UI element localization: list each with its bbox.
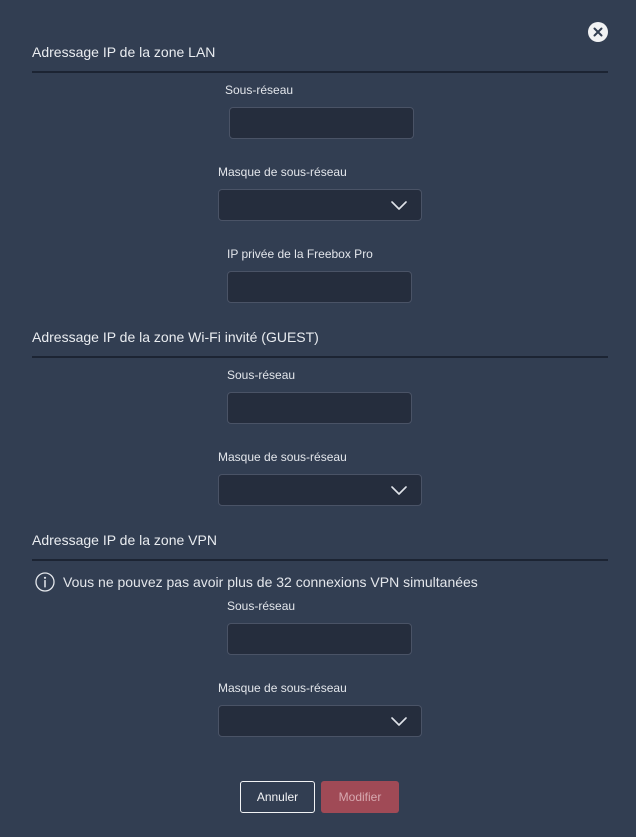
section-divider [32, 559, 608, 561]
chevron-down-icon [391, 201, 407, 210]
submit-button[interactable]: Modifier [321, 781, 399, 813]
section-title-lan: Adressage IP de la zone LAN [32, 44, 216, 60]
cancel-button[interactable]: Annuler [240, 781, 315, 813]
vpn-mask-select[interactable] [218, 705, 422, 737]
info-icon [35, 572, 55, 592]
section-title-guest: Adressage IP de la zone Wi-Fi invité (GU… [32, 329, 319, 345]
close-button[interactable] [588, 22, 608, 42]
vpn-subnet-input[interactable] [227, 623, 412, 655]
guest-subnet-input[interactable] [227, 392, 412, 424]
vpn-info-message: Vous ne pouvez pas avoir plus de 32 conn… [35, 572, 478, 592]
lan-subnet-label: Sous-réseau [225, 83, 294, 97]
lan-subnet-input[interactable] [229, 107, 414, 139]
section-title-vpn: Adressage IP de la zone VPN [32, 532, 217, 548]
vpn-subnet-label: Sous-réseau [227, 599, 296, 613]
lan-mask-label: Masque de sous-réseau [218, 165, 347, 179]
lan-private-ip-input[interactable] [227, 271, 412, 303]
section-divider [32, 71, 608, 73]
chevron-down-icon [391, 717, 407, 726]
guest-mask-label: Masque de sous-réseau [218, 450, 347, 464]
vpn-info-text: Vous ne pouvez pas avoir plus de 32 conn… [63, 574, 478, 590]
lan-mask-select[interactable] [218, 189, 422, 221]
lan-private-ip-label: IP privée de la Freebox Pro [227, 247, 373, 261]
guest-mask-select[interactable] [218, 474, 422, 506]
vpn-mask-label: Masque de sous-réseau [218, 681, 347, 695]
chevron-down-icon [391, 486, 407, 495]
network-settings-dialog: Adressage IP de la zone LAN Sous-réseau … [0, 0, 636, 837]
close-icon [593, 27, 603, 37]
section-divider [32, 356, 608, 358]
guest-subnet-label: Sous-réseau [227, 368, 296, 382]
